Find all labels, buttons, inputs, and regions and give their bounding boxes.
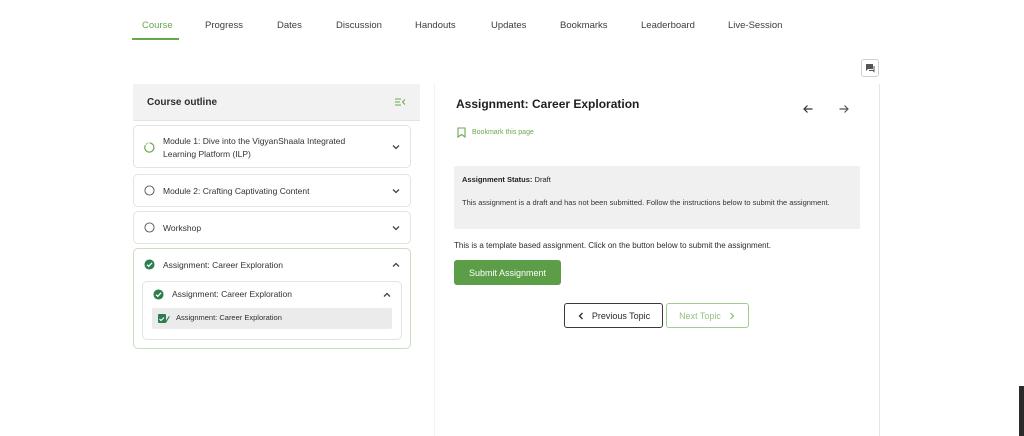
assignment-section-label: Assignment: Career Exploration: [163, 260, 284, 270]
edit-check-icon: [158, 314, 170, 323]
previous-topic-label: Previous Topic: [591, 310, 651, 321]
chevron-right-icon: [729, 312, 735, 319]
complete-check-icon: [153, 289, 164, 300]
module-1-item[interactable]: Module 1: Dive into the VigyanShaala Int…: [133, 125, 411, 168]
content-divider: [434, 84, 435, 436]
tab-progress[interactable]: Progress: [205, 20, 243, 31]
chevron-down-icon: [392, 145, 400, 150]
module-2-item[interactable]: Module 2: Crafting Captivating Content: [133, 174, 411, 207]
module-2-label: Module 2: Crafting Captivating Content: [163, 186, 310, 196]
discussion-sidebar-button[interactable]: [861, 59, 879, 77]
tab-handouts[interactable]: Handouts: [415, 20, 456, 31]
chevron-up-icon: [392, 262, 400, 267]
tab-updates[interactable]: Updates: [491, 20, 526, 31]
course-tabs: Course Progress Dates Discussion Handout…: [0, 0, 1024, 40]
tab-live-session[interactable]: Live-Session: [728, 20, 782, 31]
previous-topic-button[interactable]: Previous Topic: [564, 303, 663, 328]
workshop-label: Workshop: [163, 223, 202, 233]
page-title: Assignment: Career Exploration: [456, 97, 640, 111]
assignment-status-value: Draft: [534, 175, 551, 184]
assignment-status-label: Assignment Status:: [462, 175, 533, 184]
assignment-instructions: This is a template based assignment. Cli…: [454, 241, 772, 250]
chevron-down-icon: [392, 226, 400, 231]
tab-discussion[interactable]: Discussion: [336, 20, 382, 31]
bookmark-icon: [457, 127, 466, 138]
tab-course[interactable]: Course: [142, 20, 173, 31]
content-right-border: [879, 84, 880, 436]
next-topic-label: Next Topic: [679, 310, 721, 321]
active-tab-indicator: [132, 38, 179, 40]
assignment-status-panel: Assignment Status: Draft This assignment…: [454, 166, 860, 229]
not-started-circle-icon: [144, 185, 155, 196]
arrow-right-icon[interactable]: [838, 103, 850, 115]
course-outline-title: Course outline: [147, 97, 218, 108]
arrow-left-icon[interactable]: [802, 103, 814, 115]
next-topic-button[interactable]: Next Topic: [666, 303, 749, 328]
tab-leaderboard[interactable]: Leaderboard: [641, 20, 695, 31]
assignment-unit-item[interactable]: Assignment: Career Exploration: [152, 308, 392, 329]
not-started-circle-icon: [144, 222, 155, 233]
in-progress-icon: [144, 142, 155, 153]
submit-assignment-button[interactable]: Submit Assignment: [454, 260, 561, 285]
bookmark-label: Bookmark this page: [472, 129, 534, 136]
bookmark-button[interactable]: Bookmark this page: [457, 127, 534, 138]
tab-dates[interactable]: Dates: [277, 20, 302, 31]
scrollbar[interactable]: [1019, 386, 1024, 436]
assignment-status-description: This assignment is a draft and has not b…: [462, 198, 830, 207]
complete-check-icon: [144, 259, 155, 270]
assignment-status-line: Assignment Status: Draft: [462, 175, 551, 184]
chat-icon: [866, 64, 875, 73]
assignment-subsection-label: Assignment: Career Exploration: [172, 289, 293, 299]
collapse-sidebar-icon[interactable]: [394, 96, 406, 108]
tab-bookmarks[interactable]: Bookmarks: [560, 20, 608, 31]
assignment-unit-label: Assignment: Career Exploration: [176, 313, 282, 322]
chevron-left-icon: [578, 312, 583, 319]
course-outline-header: Course outline: [133, 84, 420, 121]
workshop-item[interactable]: Workshop: [133, 211, 411, 244]
chevron-down-icon: [392, 189, 400, 194]
chevron-up-icon: [383, 292, 391, 297]
module-1-label-line1: Module 1: Dive into the VigyanShaala Int…: [163, 136, 346, 146]
module-1-label-line2: Learning Platform (ILP): [163, 149, 251, 159]
